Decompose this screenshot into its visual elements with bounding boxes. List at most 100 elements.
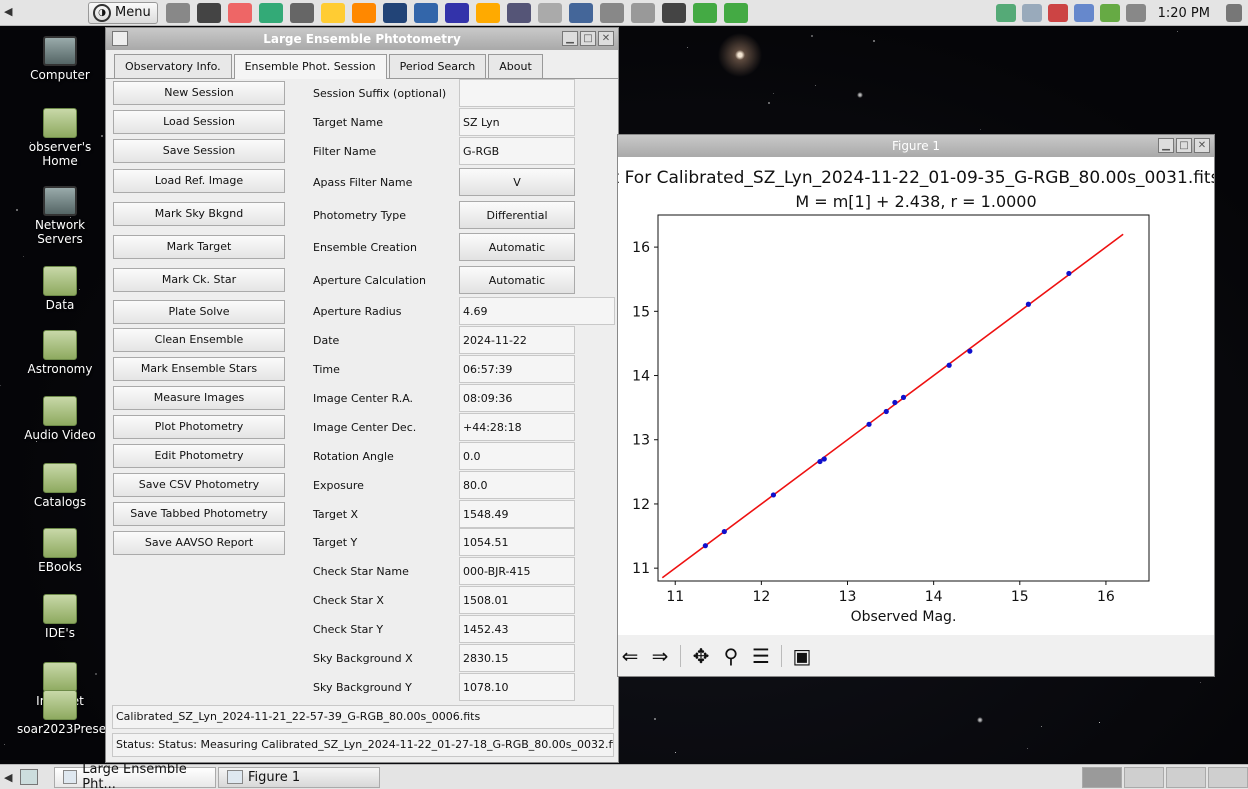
- dropdown-select[interactable]: Differential: [459, 201, 575, 229]
- tab[interactable]: Ensemble Phot. Session: [233, 54, 387, 79]
- maximize-icon[interactable]: □: [1176, 138, 1192, 153]
- launcher-icon-16[interactable]: [630, 2, 655, 23]
- launcher-icon-15[interactable]: [599, 2, 624, 23]
- launcher-icon-5[interactable]: [289, 2, 314, 23]
- launcher-icon-6[interactable]: [320, 2, 345, 23]
- launcher-icon-14[interactable]: [568, 2, 593, 23]
- edit-photometry-button[interactable]: Edit Photometry: [113, 444, 285, 468]
- launcher-icon-17[interactable]: [661, 2, 686, 23]
- save-icon[interactable]: ▣: [792, 644, 812, 668]
- forward-arrow-icon[interactable]: ⇒: [650, 644, 670, 668]
- desktop-icon[interactable]: Astronomy: [17, 330, 103, 376]
- tab[interactable]: About: [488, 54, 543, 78]
- tray-network-icon[interactable]: [995, 4, 1016, 22]
- text-field[interactable]: 1548.49: [459, 500, 575, 528]
- mark-target-button[interactable]: Mark Target: [113, 235, 285, 259]
- lep-titlebar[interactable]: Large Ensemble Phtotometry ▁ □ ✕: [106, 28, 618, 50]
- tray-update-icon[interactable]: [1047, 4, 1068, 22]
- mark-ensemble-stars-button[interactable]: Mark Ensemble Stars: [113, 357, 285, 381]
- desktop-icon[interactable]: Catalogs: [17, 463, 103, 509]
- tab[interactable]: Observatory Info.: [114, 54, 232, 78]
- minimize-icon[interactable]: ▁: [562, 31, 578, 46]
- text-field[interactable]: 0.0: [459, 442, 575, 470]
- desktop-icon[interactable]: observer's Home: [17, 108, 103, 168]
- show-desktop-icon[interactable]: [20, 769, 38, 785]
- launcher-icon-1[interactable]: [165, 2, 190, 23]
- save-csv-photometry-button[interactable]: Save CSV Photometry: [113, 473, 285, 497]
- tab[interactable]: Period Search: [388, 54, 487, 78]
- panel-left-arrow-icon[interactable]: ◀: [4, 5, 12, 18]
- desktop-icon[interactable]: IDE's: [17, 594, 103, 640]
- text-field[interactable]: 1054.51: [459, 528, 575, 556]
- close-icon[interactable]: ✕: [598, 31, 614, 46]
- figure-titlebar[interactable]: Figure 1 ▁ □ ✕: [618, 135, 1214, 157]
- tray-display-icon[interactable]: [1021, 4, 1042, 22]
- mark-sky-bkgnd-button[interactable]: Mark Sky Bkgnd: [113, 202, 285, 226]
- text-field[interactable]: 1078.10: [459, 673, 575, 701]
- save-tabbed-photometry-button[interactable]: Save Tabbed Photometry: [113, 502, 285, 526]
- launcher-icon-18[interactable]: [692, 2, 717, 23]
- launcher-icon-9[interactable]: [413, 2, 438, 23]
- measure-images-button[interactable]: Measure Images: [113, 386, 285, 410]
- mark-ck-star-button[interactable]: Mark Ck. Star: [113, 268, 285, 292]
- text-field[interactable]: 000-BJR-415: [459, 557, 575, 585]
- dropdown-select[interactable]: Automatic: [459, 233, 575, 261]
- launcher-icon-13[interactable]: [537, 2, 562, 23]
- taskbar-item[interactable]: Figure 1: [218, 766, 380, 788]
- workspace-3[interactable]: [1166, 767, 1206, 788]
- load-session-button[interactable]: Load Session: [113, 110, 285, 134]
- text-field[interactable]: SZ Lyn: [459, 108, 575, 136]
- workspace-1[interactable]: [1082, 767, 1122, 788]
- dropdown-select[interactable]: Automatic: [459, 266, 575, 294]
- back-arrow-icon[interactable]: ⇐: [620, 644, 640, 668]
- text-field[interactable]: G-RGB: [459, 137, 575, 165]
- text-field[interactable]: 80.0: [459, 471, 575, 499]
- text-field[interactable]: 2024-11-22: [459, 326, 575, 354]
- clock[interactable]: 1:20 PM: [1158, 6, 1210, 21]
- launcher-icon-8[interactable]: [382, 2, 407, 23]
- zoom-icon[interactable]: ⚲: [721, 644, 741, 668]
- plot-photometry-button[interactable]: Plot Photometry: [113, 415, 285, 439]
- launcher-icon-4[interactable]: [258, 2, 283, 23]
- workspace-2[interactable]: [1124, 767, 1164, 788]
- text-field[interactable]: 2830.15: [459, 644, 575, 672]
- minimize-icon[interactable]: ▁: [1158, 138, 1174, 153]
- desktop-icon[interactable]: Computer: [17, 36, 103, 82]
- workspace-4[interactable]: [1208, 767, 1248, 788]
- desktop-icon[interactable]: EBooks: [17, 528, 103, 574]
- plate-solve-button[interactable]: Plate Solve: [113, 300, 285, 324]
- new-session-button[interactable]: New Session: [113, 81, 285, 105]
- text-field[interactable]: 08:09:36: [459, 384, 575, 412]
- taskbar-item[interactable]: Large Ensemble Pht...: [54, 762, 216, 789]
- text-field[interactable]: 4.69: [459, 297, 615, 325]
- save-aavso-report-button[interactable]: Save AAVSO Report: [113, 531, 285, 555]
- volume-icon[interactable]: [1125, 4, 1146, 22]
- launcher-icon-19[interactable]: [723, 2, 748, 23]
- desktop-icon[interactable]: Network Servers: [17, 186, 103, 246]
- panel-left-arrow-icon[interactable]: ◀: [4, 771, 12, 784]
- text-field[interactable]: [459, 79, 575, 107]
- launcher-icon-12[interactable]: [506, 2, 531, 23]
- pan-icon[interactable]: ✥: [691, 644, 711, 668]
- menu-button[interactable]: ◑ Menu: [88, 1, 158, 24]
- text-field[interactable]: +44:28:18: [459, 413, 575, 441]
- desktop-icon[interactable]: Data: [17, 266, 103, 312]
- launcher-icon-11[interactable]: [475, 2, 500, 23]
- tray-battery-icon[interactable]: [1099, 4, 1120, 22]
- launcher-icon-10[interactable]: [444, 2, 469, 23]
- launcher-icon-7[interactable]: [351, 2, 376, 23]
- dropdown-select[interactable]: V: [459, 168, 575, 196]
- launcher-icon-2[interactable]: [196, 2, 221, 23]
- launcher-icon-3[interactable]: [227, 2, 252, 23]
- tray-clipboard-icon[interactable]: [1073, 4, 1094, 22]
- clean-ensemble-button[interactable]: Clean Ensemble: [113, 328, 285, 352]
- text-field[interactable]: 06:57:39: [459, 355, 575, 383]
- load-ref-image-button[interactable]: Load Ref. Image: [113, 169, 285, 193]
- save-session-button[interactable]: Save Session: [113, 139, 285, 163]
- close-icon[interactable]: ✕: [1194, 138, 1210, 153]
- desktop-icon[interactable]: soar2023Presentations: [17, 690, 155, 736]
- maximize-icon[interactable]: □: [580, 31, 596, 46]
- desktop-icon[interactable]: Audio Video: [17, 396, 103, 442]
- text-field[interactable]: 1508.01: [459, 586, 575, 614]
- monitor-icon[interactable]: [1226, 4, 1242, 22]
